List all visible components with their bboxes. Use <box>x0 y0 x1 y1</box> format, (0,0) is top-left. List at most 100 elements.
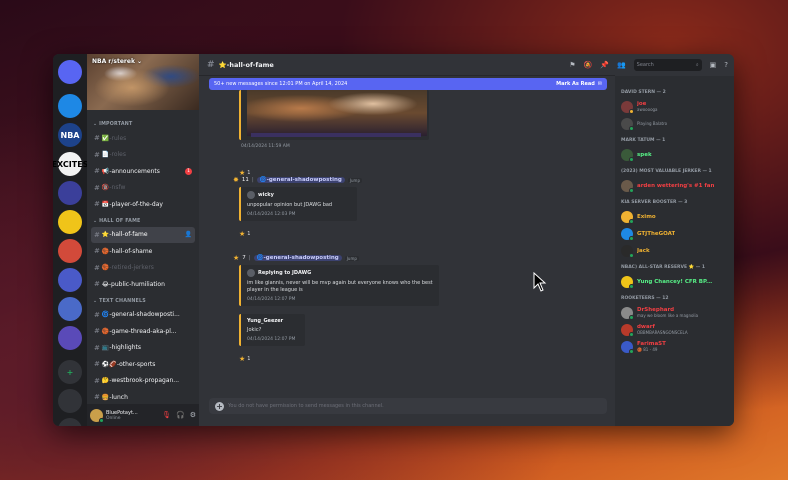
channel-item[interactable]: # 🏀-game-thread-aka-pl... <box>91 323 195 340</box>
member-item[interactable]: GTJTheGOAT <box>621 225 728 242</box>
microphone-muted-icon[interactable]: 🎙 <box>162 411 171 419</box>
message-composer[interactable]: + You do not have permission to send mes… <box>209 398 607 414</box>
status-icon <box>629 125 634 131</box>
excites-icon[interactable]: EXCITES <box>53 152 88 176</box>
message-text: Jokic? <box>247 327 262 333</box>
member-item[interactable]: Eximo <box>621 208 728 225</box>
drops-icon[interactable] <box>58 94 82 118</box>
star-icon: ★ <box>233 254 240 262</box>
server-icon[interactable] <box>58 181 82 205</box>
hashtag-icon: # <box>94 200 100 209</box>
channel-category[interactable]: ⌄ TEXT CHANNELS <box>93 299 195 304</box>
channel-item[interactable]: # 🏀-retired-jerkers <box>91 260 195 277</box>
member-item[interactable]: Playing Balatro <box>621 115 728 132</box>
channel-item[interactable]: # ✅-rules <box>91 130 195 147</box>
plus-icon[interactable]: + <box>215 401 224 411</box>
channel-item[interactable]: # 📄-roles <box>91 147 195 164</box>
member-item[interactable]: DrShephard may we bloom like a magnolia <box>621 304 728 321</box>
add-member-icon[interactable]: 👤 <box>185 231 192 238</box>
gear-icon[interactable]: ⚙ <box>190 411 196 419</box>
channel-category[interactable]: ⌄ IMPORTANT <box>93 122 195 127</box>
channel-item[interactable]: # ⭐-hall-of-fame 👤 <box>91 226 195 243</box>
member-item[interactable]: FarimaST 🏀 81 - 49 <box>621 338 728 355</box>
server-icon[interactable] <box>58 239 82 263</box>
members-icon[interactable]: 👥 <box>617 61 626 69</box>
member-item[interactable]: spek <box>621 146 728 163</box>
channel-item[interactable]: # 😂-public-humiliation <box>91 276 195 293</box>
headphones-icon[interactable]: 🎧 <box>176 411 185 419</box>
channel-item[interactable]: # 🤔-westbrook-propagan... <box>91 373 195 390</box>
channel-item[interactable]: # 🔞-nsfw <box>91 180 195 197</box>
hashtag-icon: # <box>94 327 100 336</box>
bell-muted-icon[interactable]: 🔕 <box>584 61 593 69</box>
discord-icon[interactable] <box>58 60 82 84</box>
channel-item[interactable]: # 🌀-general-shadowposti... <box>91 307 195 324</box>
status-icon <box>629 235 634 241</box>
member-item[interactable]: joe awooooga <box>621 98 728 115</box>
server-header[interactable]: NBA r/sterek ⌄ <box>92 58 142 65</box>
channel-item[interactable]: # 📺-highlights <box>91 340 195 357</box>
inbox-icon[interactable]: ▣ <box>710 61 717 69</box>
chevron-down-icon: ⌄ <box>136 58 142 65</box>
avatar <box>621 275 634 289</box>
member-item[interactable]: dwarf OBBMBARASNGONSCELA <box>621 321 728 338</box>
add-server-icon[interactable]: + <box>58 360 82 384</box>
reply-label: Replying to JDAWG <box>258 270 312 276</box>
gold-logo-icon[interactable] <box>58 210 82 234</box>
member-item[interactable]: arden wettering's #1 fan <box>621 177 728 194</box>
channel-item[interactable]: # ⚽🏈-other-sports <box>91 356 195 373</box>
channel-item[interactable]: # 🏀-hall-of-shame <box>91 243 195 260</box>
embed-image[interactable] <box>239 90 429 140</box>
hashtag-icon: # <box>94 263 100 272</box>
download-icon[interactable] <box>58 418 82 426</box>
mark-as-read-button[interactable]: Mark As Read <box>556 81 595 87</box>
member-item[interactable]: Yung Chancey! CFR BP... <box>621 273 728 290</box>
avatar[interactable] <box>247 191 255 199</box>
channel-name: 📢-announcements <box>101 167 160 175</box>
channel-category[interactable]: ⌄ HALL OF FAME <box>93 219 195 224</box>
hashtag-icon: # <box>94 360 100 369</box>
server-folder-icon[interactable] <box>58 268 82 292</box>
message-timestamp: 04/14/2024 11:59 AM <box>241 144 290 149</box>
channel-name: ⚽🏈-other-sports <box>101 360 156 368</box>
threads-icon[interactable]: ⚑ <box>569 61 575 69</box>
member-group-header: MARK TATUM — 1 <box>621 138 666 143</box>
nba-logo-icon[interactable]: NBA <box>58 123 82 147</box>
member-activity: OBBMBARASNGONSCELA <box>637 330 688 335</box>
hashtag-icon: # <box>207 59 215 70</box>
channel-item[interactable]: # 📢-announcements 1 <box>91 163 195 180</box>
jump-link[interactable]: Jump <box>347 177 362 183</box>
avatar <box>621 306 634 320</box>
author-name[interactable]: Yung_Geezer <box>247 318 283 324</box>
message-timestamp: 04/14/2024 12:07 PM <box>247 337 296 342</box>
help-icon[interactable]: ? <box>724 61 728 69</box>
member-group-header: DAVID STERN — 2 <box>621 90 666 95</box>
server-banner[interactable]: NBA r/sterek ⌄ <box>87 54 199 110</box>
member-group-header: ROOKETEERS — 12 <box>621 296 669 301</box>
search-icon: ⌕ <box>695 62 699 68</box>
avatar <box>621 148 634 162</box>
jump-link[interactable]: Jump <box>344 255 359 261</box>
channel-sidebar: NBA r/sterek ⌄ ⌄ IMPORTANT # ✅-rules # 📄-rol… <box>87 54 199 426</box>
pin-icon[interactable]: 📌 <box>600 61 609 69</box>
channel-name: 🌀-general-shadowposti... <box>101 311 180 319</box>
member-item[interactable]: Jack <box>621 242 728 259</box>
channel-name: 🔞-nsfw <box>101 184 126 192</box>
search-input[interactable]: Search ⌕ <box>633 59 702 71</box>
channel-mention[interactable]: 🌀-general-shadowposting <box>256 177 345 183</box>
channel-mention[interactable]: 🌀-general-shadowposting <box>253 255 342 261</box>
star-reaction[interactable]: ★ 1 <box>239 355 250 363</box>
avatar[interactable] <box>90 408 104 423</box>
server-icon[interactable] <box>58 297 82 321</box>
channel-item[interactable]: # 📅-player-of-the-day <box>91 196 195 213</box>
explore-icon[interactable] <box>58 389 82 413</box>
star-reaction[interactable]: ★ 1 <box>239 230 250 238</box>
avatar[interactable] <box>247 269 255 277</box>
user-status: Online <box>106 415 121 421</box>
server-icon[interactable] <box>58 326 82 350</box>
mouse-cursor-icon <box>533 272 547 292</box>
status-icon <box>629 218 634 224</box>
new-messages-bar[interactable]: 50+ new messages since 12:01 PM on April… <box>209 78 607 90</box>
author-name[interactable]: wicky <box>258 192 274 198</box>
status-online-icon <box>99 417 104 423</box>
